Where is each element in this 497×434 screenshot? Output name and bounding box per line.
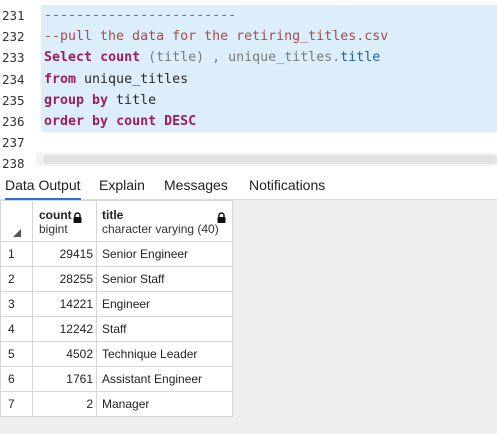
keyword-token: count (116, 113, 157, 129)
cell-title[interactable]: Engineer (96, 291, 233, 317)
table-row[interactable]: 3 14221 Engineer (0, 291, 233, 317)
cell-title[interactable]: Technique Leader (96, 341, 233, 367)
lock-icon (217, 212, 226, 223)
tab-explain[interactable]: Explain (99, 172, 145, 198)
cell-count[interactable]: 2 (32, 391, 97, 417)
comment-token: --pull the data for the retiring_titles.… (44, 29, 389, 45)
line-number-gutter: 231 232 233 234 235 236 237 238 (0, 5, 36, 175)
row-number[interactable]: 3 (0, 291, 33, 317)
row-number[interactable]: 1 (0, 241, 33, 267)
cell-title[interactable]: Senior Engineer (96, 241, 233, 267)
cell-title[interactable]: Senior Staff (96, 266, 233, 292)
cell-count[interactable]: 14221 (32, 291, 97, 317)
tab-notifications[interactable]: Notifications (249, 172, 325, 198)
cell-count[interactable]: 4502 (32, 341, 97, 367)
code-token: title (108, 92, 157, 108)
data-output-panel: count bigint title character varying (40… (0, 200, 497, 434)
tab-messages[interactable]: Messages (164, 172, 228, 198)
code-line[interactable]: group by title (41, 90, 497, 111)
table-row[interactable]: 2 28255 Senior Staff (0, 266, 233, 292)
code-line[interactable]: --pull the data for the retiring_titles.… (41, 26, 497, 47)
row-number[interactable]: 6 (0, 366, 33, 392)
keyword-token: count (100, 50, 141, 66)
table-row[interactable]: 6 1761 Assistant Engineer (0, 366, 233, 392)
column-header-title[interactable]: title character varying (40) (96, 200, 233, 242)
sql-editor[interactable]: 231 232 233 234 235 236 237 238 --------… (0, 0, 497, 172)
line-number: 233 (2, 50, 25, 66)
select-all-corner[interactable] (0, 200, 33, 242)
code-line[interactable]: ------------------------ (41, 5, 497, 26)
lock-icon (73, 212, 82, 223)
column-name: title (102, 208, 124, 222)
code-area[interactable]: ------------------------ --pull the data… (41, 5, 497, 175)
table-row[interactable]: 7 2 Manager (0, 391, 233, 417)
cell-count[interactable]: 29415 (32, 241, 97, 267)
cell-count[interactable]: 12242 (32, 316, 97, 342)
table-row[interactable]: 4 12242 Staff (0, 316, 233, 342)
row-number[interactable]: 2 (0, 266, 33, 292)
tab-data-output[interactable]: Data Output (5, 172, 81, 200)
keyword-token: DESC (164, 113, 197, 129)
line-number: 237 (2, 135, 25, 151)
cell-title[interactable]: Manager (96, 391, 233, 417)
line-number: 231 (2, 8, 25, 23)
line-number: 234 (2, 71, 25, 87)
code-line[interactable] (41, 132, 497, 153)
code-token: (title) , unique_titles. (140, 50, 341, 66)
column-type: bigint (39, 222, 68, 236)
keyword-token: from (44, 71, 77, 87)
column-name: count (39, 208, 72, 222)
line-number: 236 (2, 113, 25, 129)
code-line[interactable]: Select count (title) , unique_titles.tit… (41, 47, 497, 68)
cell-title[interactable]: Staff (96, 316, 233, 342)
code-line[interactable]: from unique_titles (41, 69, 497, 90)
line-number: 232 (2, 29, 25, 45)
row-number[interactable]: 5 (0, 341, 33, 367)
comment-token: ------------------------ (44, 8, 237, 23)
cell-title[interactable]: Assistant Engineer (96, 366, 233, 392)
keyword-token: order by (44, 113, 109, 129)
row-number[interactable]: 7 (0, 391, 33, 417)
result-grid: count bigint title character varying (40… (0, 200, 233, 417)
code-token: unique_titles (76, 71, 189, 87)
line-number: 235 (2, 92, 25, 108)
header-row: count bigint title character varying (40… (0, 200, 233, 242)
cell-count[interactable]: 28255 (32, 266, 97, 292)
column-type: character varying (40) (102, 222, 219, 236)
horizontal-scrollbar-thumb[interactable] (43, 155, 497, 164)
row-number[interactable]: 4 (0, 316, 33, 342)
sort-triangle-icon (13, 229, 21, 237)
table-row[interactable]: 1 29415 Senior Engineer (0, 241, 233, 267)
identifier-token: title (340, 50, 381, 66)
code-line[interactable]: order by count DESC (41, 111, 497, 132)
keyword-token: group by (44, 92, 109, 108)
table-row[interactable]: 5 4502 Technique Leader (0, 341, 233, 367)
cell-count[interactable]: 1761 (32, 366, 97, 392)
keyword-token: Select (44, 50, 93, 66)
column-header-count[interactable]: count bigint (32, 200, 97, 242)
result-tabs: Data Output Explain Messages Notificatio… (0, 172, 497, 200)
